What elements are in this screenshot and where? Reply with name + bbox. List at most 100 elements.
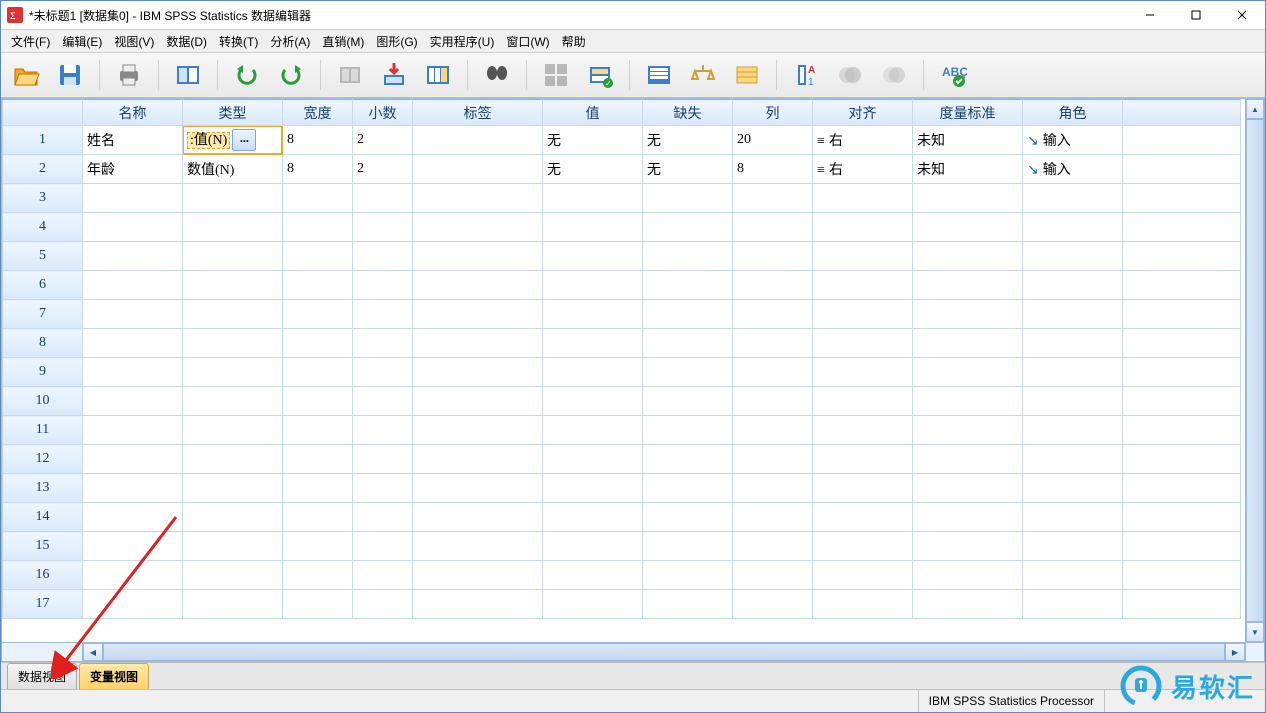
cell-width[interactable]: 8 — [283, 155, 353, 184]
minimize-button[interactable] — [1127, 1, 1173, 29]
menu-file[interactable]: 文件(F) — [5, 31, 56, 52]
row-header[interactable]: 6 — [3, 271, 83, 300]
empty-cell[interactable] — [413, 503, 543, 532]
empty-cell[interactable] — [353, 416, 413, 445]
empty-cell[interactable] — [813, 532, 913, 561]
empty-cell[interactable] — [543, 561, 643, 590]
empty-cell[interactable] — [813, 242, 913, 271]
empty-cell[interactable] — [283, 590, 353, 619]
menu-view[interactable]: 视图(V) — [108, 31, 160, 52]
tool-recall-icon[interactable] — [171, 58, 205, 92]
empty-cell[interactable] — [543, 387, 643, 416]
empty-cell[interactable] — [353, 271, 413, 300]
empty-cell[interactable] — [413, 590, 543, 619]
empty-cell[interactable] — [1023, 561, 1123, 590]
empty-cell[interactable] — [413, 242, 543, 271]
tool-variables-icon[interactable] — [421, 58, 455, 92]
empty-cell[interactable] — [733, 300, 813, 329]
empty-cell[interactable] — [83, 387, 183, 416]
empty-cell[interactable] — [83, 271, 183, 300]
empty-cell[interactable] — [643, 184, 733, 213]
cell-dec[interactable]: 2 — [353, 155, 413, 184]
cell-name[interactable]: 年龄 — [83, 155, 183, 184]
empty-cell[interactable] — [543, 416, 643, 445]
empty-cell[interactable] — [1023, 445, 1123, 474]
empty-cell[interactable] — [1123, 503, 1241, 532]
empty-cell[interactable] — [413, 271, 543, 300]
empty-cell[interactable] — [413, 184, 543, 213]
empty-cell[interactable] — [913, 387, 1023, 416]
empty-cell[interactable] — [183, 242, 283, 271]
cell-type[interactable]: :值(N)... — [183, 126, 283, 155]
empty-cell[interactable] — [83, 329, 183, 358]
empty-cell[interactable] — [83, 300, 183, 329]
menu-analyze[interactable]: 分析(A) — [264, 31, 316, 52]
header-values[interactable]: 值 — [543, 100, 643, 126]
row-header[interactable]: 3 — [3, 184, 83, 213]
empty-cell[interactable] — [413, 474, 543, 503]
menu-util[interactable]: 实用程序(U) — [424, 31, 501, 52]
empty-cell[interactable] — [643, 474, 733, 503]
empty-cell[interactable] — [283, 213, 353, 242]
empty-cell[interactable] — [813, 590, 913, 619]
empty-cell[interactable] — [283, 242, 353, 271]
empty-cell[interactable] — [733, 416, 813, 445]
empty-cell[interactable] — [413, 532, 543, 561]
empty-cell[interactable] — [283, 271, 353, 300]
empty-cell[interactable] — [643, 300, 733, 329]
empty-cell[interactable] — [543, 300, 643, 329]
empty-cell[interactable] — [1023, 213, 1123, 242]
cell-missing[interactable]: 无 — [643, 155, 733, 184]
empty-cell[interactable] — [353, 300, 413, 329]
tool-save-icon[interactable] — [53, 58, 87, 92]
empty-cell[interactable] — [1023, 184, 1123, 213]
empty-cell[interactable] — [283, 532, 353, 561]
empty-cell[interactable] — [283, 416, 353, 445]
empty-cell[interactable] — [913, 532, 1023, 561]
empty-cell[interactable] — [1123, 242, 1241, 271]
empty-cell[interactable] — [913, 416, 1023, 445]
empty-cell[interactable] — [813, 474, 913, 503]
empty-cell[interactable] — [283, 474, 353, 503]
empty-cell[interactable] — [353, 474, 413, 503]
tool-open-icon[interactable] — [9, 58, 43, 92]
menu-help[interactable]: 帮助 — [556, 31, 592, 52]
empty-cell[interactable] — [733, 532, 813, 561]
empty-cell[interactable] — [413, 561, 543, 590]
empty-cell[interactable] — [733, 213, 813, 242]
empty-cell[interactable] — [813, 445, 913, 474]
cell-name[interactable]: 姓名 — [83, 126, 183, 155]
empty-cell[interactable] — [353, 590, 413, 619]
empty-cell[interactable] — [913, 358, 1023, 387]
row-header[interactable]: 16 — [3, 561, 83, 590]
empty-cell[interactable] — [643, 271, 733, 300]
empty-cell[interactable] — [283, 329, 353, 358]
empty-cell[interactable] — [183, 503, 283, 532]
empty-cell[interactable] — [1123, 213, 1241, 242]
cell-role[interactable]: ↘输入 — [1023, 126, 1123, 155]
empty-cell[interactable] — [913, 445, 1023, 474]
tool-undo-icon[interactable] — [230, 58, 264, 92]
tool-value-labels-icon[interactable] — [642, 58, 676, 92]
empty-cell[interactable] — [183, 387, 283, 416]
variable-grid[interactable]: 名称 类型 宽度 小数 标签 值 缺失 列 对齐 度量标准 角色 — [2, 99, 1245, 642]
empty-cell[interactable] — [1023, 590, 1123, 619]
row-header[interactable]: 10 — [3, 387, 83, 416]
empty-cell[interactable] — [413, 358, 543, 387]
empty-cell[interactable] — [1123, 329, 1241, 358]
empty-cell[interactable] — [183, 416, 283, 445]
empty-cell[interactable] — [1023, 416, 1123, 445]
empty-cell[interactable] — [1123, 387, 1241, 416]
row-header[interactable]: 12 — [3, 445, 83, 474]
empty-cell[interactable] — [543, 358, 643, 387]
empty-cell[interactable] — [643, 213, 733, 242]
empty-cell[interactable] — [183, 271, 283, 300]
empty-cell[interactable] — [413, 387, 543, 416]
row-header[interactable]: 1 — [3, 126, 83, 155]
row-header[interactable]: 8 — [3, 329, 83, 358]
empty-cell[interactable] — [913, 271, 1023, 300]
empty-cell[interactable] — [283, 445, 353, 474]
empty-cell[interactable] — [643, 561, 733, 590]
empty-cell[interactable] — [813, 271, 913, 300]
header-dec[interactable]: 小数 — [353, 100, 413, 126]
